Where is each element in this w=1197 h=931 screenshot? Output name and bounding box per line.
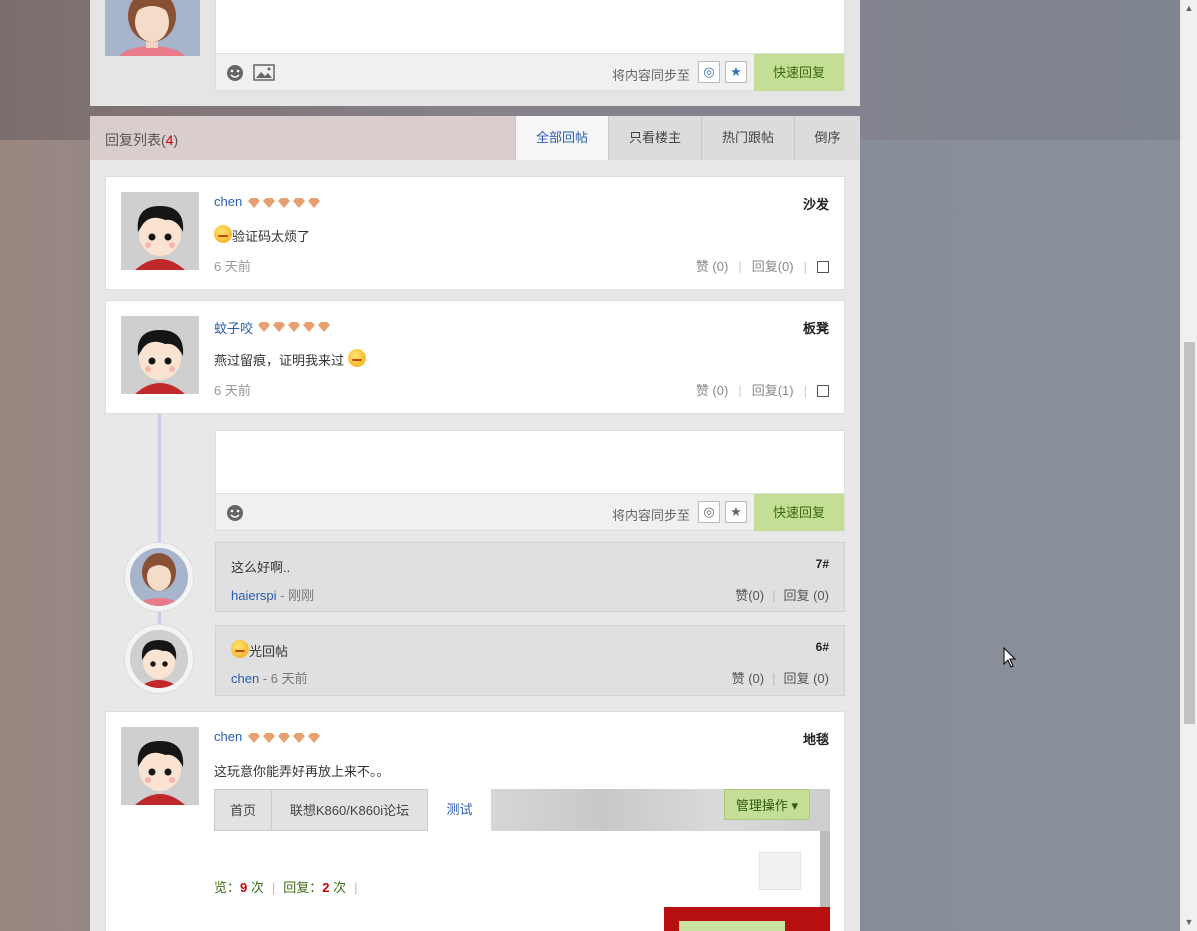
like-button[interactable]: 赞(0) — [735, 588, 764, 603]
post-content: 验证码太烦了 — [214, 225, 310, 245]
sync-label: 将内容同步至 — [612, 68, 691, 83]
editor-toolbar: 将内容同步至 ◎ ★ 快速回复 — [216, 493, 844, 531]
emoji-icon[interactable] — [226, 64, 244, 81]
crumb-home[interactable]: 首页 — [214, 789, 272, 831]
sub-reply-actions: 赞(0) | 回复 (0) — [735, 588, 829, 603]
avatar — [105, 0, 200, 56]
select-checkbox[interactable] — [817, 385, 829, 397]
scroll-up-icon[interactable]: ▲ — [1181, 0, 1197, 17]
sync-label: 将内容同步至 — [612, 508, 691, 523]
select-checkbox[interactable] — [817, 261, 829, 273]
sub-reply-number: 6# — [815, 640, 829, 654]
chevron-down-icon: ▾ — [791, 798, 799, 813]
scrollbar-thumb[interactable] — [1184, 342, 1195, 724]
quick-reply-button[interactable]: 快速回复 — [754, 494, 844, 531]
sub-reply-meta: haierspi - 刚刚 — [231, 588, 315, 603]
username[interactable]: 蚊子咬 — [214, 318, 253, 337]
post-content: 这玩意你能弄好再放上来不。。 — [214, 764, 390, 779]
crumb-forum[interactable]: 联想K860/K860i论坛 — [271, 789, 428, 831]
floor-label: 沙发 — [802, 197, 829, 212]
weibo-sync-icon[interactable]: ◎ — [698, 501, 720, 523]
post-time: 6 天前 — [214, 383, 251, 398]
tab-reverse-order[interactable]: 倒序 — [794, 116, 860, 160]
username[interactable]: chen — [214, 729, 242, 744]
floor-label: 地毯 — [802, 732, 829, 747]
red-banner — [664, 907, 830, 931]
list-item: chen 地毯 这玩意你能弄好再放上来不。。 首页 联想K860/K860i论坛… — [105, 711, 845, 931]
sub-reply-item: 这么好啊.. 7# haierspi - 刚刚 赞(0) | 回复 (0) — [215, 542, 845, 612]
quick-reply-button[interactable]: 快速回复 — [754, 54, 844, 91]
favorite-sync-icon[interactable]: ★ — [725, 61, 747, 83]
rank-gems — [248, 731, 323, 743]
post-content: 燕过留痕，证明我来过 — [214, 349, 366, 369]
post-actions: 赞 (0) | 回复(0) | — [696, 256, 829, 275]
avatar[interactable] — [124, 624, 194, 694]
reply-button[interactable]: 回复(0) — [752, 259, 794, 274]
username[interactable]: chen — [231, 671, 259, 686]
reply-button[interactable]: 回复(1) — [752, 383, 794, 398]
editor-toolbar: 将内容同步至 ◎ ★ 快速回复 — [216, 53, 844, 91]
avatar[interactable] — [121, 192, 199, 270]
sub-reply-actions: 赞 (0) | 回复 (0) — [731, 671, 829, 686]
scrollbar[interactable]: ▲ ▼ — [1180, 0, 1197, 931]
tab-hot-replies[interactable]: 热门跟帖 — [701, 116, 794, 160]
reply-count: 2 — [322, 880, 330, 895]
avatar[interactable] — [124, 542, 194, 612]
mouse-cursor-icon — [1003, 647, 1017, 668]
scroll-down-icon[interactable]: ▼ — [1181, 914, 1197, 931]
post-actions: 赞 (0) | 回复(1) | — [696, 380, 829, 399]
like-button[interactable]: 赞 (0) — [732, 671, 765, 686]
sub-reply-meta: chen - 6 天前 — [231, 671, 308, 686]
image-icon[interactable] — [253, 64, 275, 81]
avatar[interactable] — [121, 316, 199, 394]
top-reply-area: 将内容同步至 ◎ ★ 快速回复 — [90, 0, 860, 106]
rank-gems — [258, 320, 333, 332]
tab-author-only[interactable]: 只看楼主 — [608, 116, 701, 160]
username[interactable]: chen — [214, 194, 242, 209]
emoji-icon — [347, 349, 366, 367]
sub-reply-content: 这么好啊.. — [231, 560, 291, 575]
list-item: chen 沙发 验证码太烦了 6 天前 赞 (0) | 回复(0) | — [105, 176, 845, 290]
favorite-sync-icon[interactable]: ★ — [725, 501, 747, 523]
like-button[interactable]: 赞 (0) — [696, 259, 729, 274]
reply-button[interactable]: 回复 (0) — [783, 588, 829, 603]
floor-label: 板凳 — [802, 321, 829, 336]
manage-button[interactable]: 管理操作 ▾ — [724, 789, 810, 820]
reply-editor[interactable]: 将内容同步至 ◎ ★ 快速回复 — [215, 0, 845, 91]
reply-list-header: 回复列表(4) 全部回帖 只看楼主 热门跟帖 倒序 — [90, 116, 860, 160]
embedded-screenshot: 首页 联想K860/K860i论坛 测试 管理操作 ▾ 览：9 次 | 回复：2 次… — [214, 789, 830, 931]
thread-line — [158, 414, 161, 542]
tab-all-replies[interactable]: 全部回帖 — [515, 116, 608, 160]
emoji-icon[interactable] — [226, 504, 244, 521]
post-time: 6 天前 — [214, 259, 251, 274]
like-button[interactable]: 赞 (0) — [696, 383, 729, 398]
placeholder-box — [759, 852, 801, 890]
thread-stats: 览：9 次 | 回复：2 次 | — [214, 880, 358, 895]
crumb-test[interactable]: 测试 — [428, 789, 491, 831]
username[interactable]: haierspi — [231, 588, 277, 603]
reply-button[interactable]: 回复 (0) — [783, 671, 829, 686]
forum-panel: 将内容同步至 ◎ ★ 快速回复 回复列表(4) 全部回帖 只看楼主 热门跟帖 倒… — [90, 0, 860, 931]
sub-reply-editor[interactable]: 将内容同步至 ◎ ★ 快速回复 — [215, 430, 845, 531]
reply-list-title: 回复列表(4) — [105, 132, 179, 148]
sub-reply-content: 光回帖 — [231, 640, 288, 660]
emoji-icon — [231, 640, 249, 658]
list-item: 蚊子咬 板凳 燕过留痕，证明我来过 6 天前 赞 (0) | 回复(1) | — [105, 300, 845, 414]
sub-reply-item: 光回帖 6# chen - 6 天前 赞 (0) | 回复 (0) — [215, 625, 845, 696]
avatar[interactable] — [121, 727, 199, 805]
emoji-icon — [214, 225, 232, 243]
sub-reply-number: 7# — [815, 557, 829, 571]
weibo-sync-icon[interactable]: ◎ — [698, 61, 720, 83]
rank-gems — [248, 196, 323, 208]
